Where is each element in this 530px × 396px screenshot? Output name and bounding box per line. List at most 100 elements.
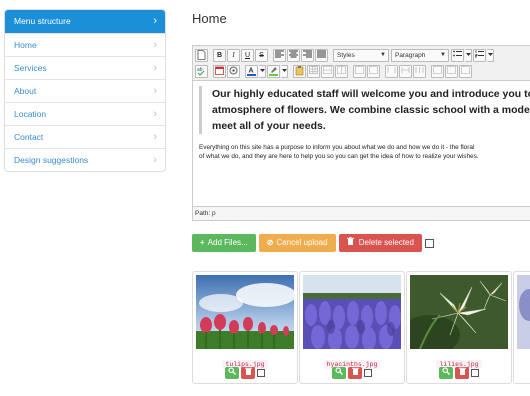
column-after-icon[interactable] — [367, 65, 380, 78]
toolbar-row: ab A — [195, 64, 473, 79]
thumbnail-image[interactable] — [517, 275, 530, 349]
trash-icon — [244, 367, 252, 375]
styles-select-label: Styles — [337, 52, 355, 59]
chevron-down-icon[interactable] — [487, 49, 494, 62]
chevron-right-icon: › — [153, 131, 157, 143]
magnify-icon — [228, 367, 236, 375]
italic-icon[interactable]: I — [227, 49, 240, 62]
chevron-down-icon[interactable] — [465, 49, 472, 62]
preview-icon[interactable] — [227, 65, 240, 78]
cancel-icon: ⊘ — [266, 238, 274, 247]
new-document-icon[interactable] — [195, 49, 208, 62]
delete-item-button[interactable] — [348, 367, 362, 379]
chevron-right-icon: › — [153, 15, 157, 27]
quote-line: meet all of your needs. — [212, 120, 326, 132]
sidebar-item-menu-structure[interactable]: Menu structure › — [5, 10, 165, 33]
sidebar-item-services[interactable]: Services › — [5, 56, 165, 79]
chevron-down-icon[interactable] — [281, 65, 288, 78]
align-right-icon[interactable] — [301, 49, 314, 62]
sidebar-item-location[interactable]: Location › — [5, 102, 165, 125]
page-title: Home — [192, 11, 227, 26]
chevron-right-icon: › — [153, 108, 157, 120]
thumbnail-image[interactable] — [303, 275, 401, 349]
format-select[interactable]: Paragraph ▼ — [391, 49, 449, 62]
chevron-right-icon: › — [153, 62, 157, 74]
chevron-down-icon: ▼ — [380, 52, 386, 58]
numbered-list-icon[interactable] — [473, 49, 486, 62]
gallery-item: lilies.jpg — [406, 271, 512, 384]
highlight-icon[interactable] — [267, 65, 280, 78]
editor-toolbar: B I U S Styles ▼ Paragraph ▼ ab A — [193, 46, 530, 81]
strikethrough-icon[interactable]: S — [255, 49, 268, 62]
blockquote: Our highly educated staff will welcome y… — [199, 86, 530, 134]
chevron-down-icon[interactable] — [259, 65, 266, 78]
zoom-button[interactable] — [439, 367, 453, 379]
thumbnail-image[interactable] — [196, 275, 294, 349]
image-gallery: tulips.jpg hyacinths.jpg lilies.jpg — [192, 271, 530, 386]
rich-text-editor: B I U S Styles ▼ Paragraph ▼ ab A Our hi… — [192, 45, 530, 221]
cancel-upload-label: Cancel upload — [276, 238, 328, 247]
magnify-icon — [442, 367, 450, 375]
link-icon[interactable] — [431, 65, 444, 78]
body-line: of what we do, and they are here to help… — [199, 153, 479, 160]
align-center-icon[interactable] — [287, 49, 300, 62]
sidebar-item-label: Contact — [14, 132, 44, 142]
magnify-icon — [335, 367, 343, 375]
editor-content[interactable]: Our highly educated staff will welcome y… — [193, 82, 530, 206]
row-before-icon[interactable] — [321, 65, 334, 78]
date-icon[interactable] — [213, 65, 226, 78]
styles-select[interactable]: Styles ▼ — [333, 49, 389, 62]
chevron-right-icon: › — [153, 85, 157, 97]
justify-icon[interactable] — [315, 49, 328, 62]
bullet-list-icon[interactable] — [451, 49, 464, 62]
delete-item-button[interactable] — [241, 367, 255, 379]
sidebar-item-label: Home — [14, 40, 37, 50]
cancel-upload-button[interactable]: ⊘ Cancel upload — [258, 234, 336, 252]
delete-item-button[interactable] — [455, 367, 469, 379]
underline-icon[interactable]: U — [241, 49, 254, 62]
sidebar-item-contact[interactable]: Contact › — [5, 125, 165, 148]
split-cells-icon[interactable] — [385, 65, 398, 78]
unlink-icon[interactable] — [445, 65, 458, 78]
svg-text:A: A — [249, 68, 254, 75]
add-files-button[interactable]: + Add Files... — [192, 234, 256, 252]
upload-actions: + Add Files... ⊘ Cancel upload Delete sele… — [192, 234, 434, 252]
body-line: Everything on this site has a purpose to… — [199, 144, 475, 151]
editor-path-bar: Path: p — [193, 206, 530, 220]
align-left-icon[interactable] — [273, 49, 286, 62]
thumbnail-image[interactable] — [410, 275, 508, 349]
cell-props-icon[interactable] — [413, 65, 426, 78]
sidebar-menu: Menu structure › Home › Services › About… — [4, 9, 166, 172]
trash-icon — [346, 237, 356, 247]
zoom-button[interactable] — [225, 367, 239, 379]
bold-icon[interactable]: B — [213, 49, 226, 62]
select-item-checkbox[interactable] — [257, 369, 265, 377]
column-before-icon[interactable] — [353, 65, 366, 78]
gallery-item: tulips.jpg — [192, 271, 298, 384]
quote-line: Our highly educated staff will welcome y… — [212, 88, 530, 100]
add-files-label: Add Files... — [207, 238, 248, 247]
trash-icon — [351, 367, 359, 375]
gallery-item: hyacinths.jpg — [299, 271, 405, 384]
quote-line: atmosphere of flowers. We combine classi… — [212, 104, 530, 116]
text-color-icon[interactable]: A — [245, 65, 258, 78]
table-icon[interactable] — [307, 65, 320, 78]
delete-selected-button[interactable]: Delete selected — [338, 234, 422, 252]
zoom-button[interactable] — [332, 367, 346, 379]
sidebar-item-label: Location — [14, 109, 47, 119]
sidebar-item-design-suggestions[interactable]: Design suggestions › — [5, 148, 165, 171]
row-after-icon[interactable] — [335, 65, 348, 78]
chevron-down-icon: ▼ — [440, 52, 446, 58]
spellcheck-icon[interactable]: ab — [195, 65, 208, 78]
anchor-icon[interactable] — [459, 65, 472, 78]
svg-text:ab: ab — [197, 67, 203, 73]
plus-icon: + — [200, 238, 205, 247]
sidebar-item-home[interactable]: Home › — [5, 33, 165, 56]
select-all-checkbox[interactable] — [424, 238, 434, 248]
paste-icon[interactable] — [293, 65, 306, 78]
sidebar-item-about[interactable]: About › — [5, 79, 165, 102]
trash-icon — [458, 367, 466, 375]
merge-cells-icon[interactable] — [399, 65, 412, 78]
select-item-checkbox[interactable] — [471, 369, 479, 377]
select-item-checkbox[interactable] — [364, 369, 372, 377]
